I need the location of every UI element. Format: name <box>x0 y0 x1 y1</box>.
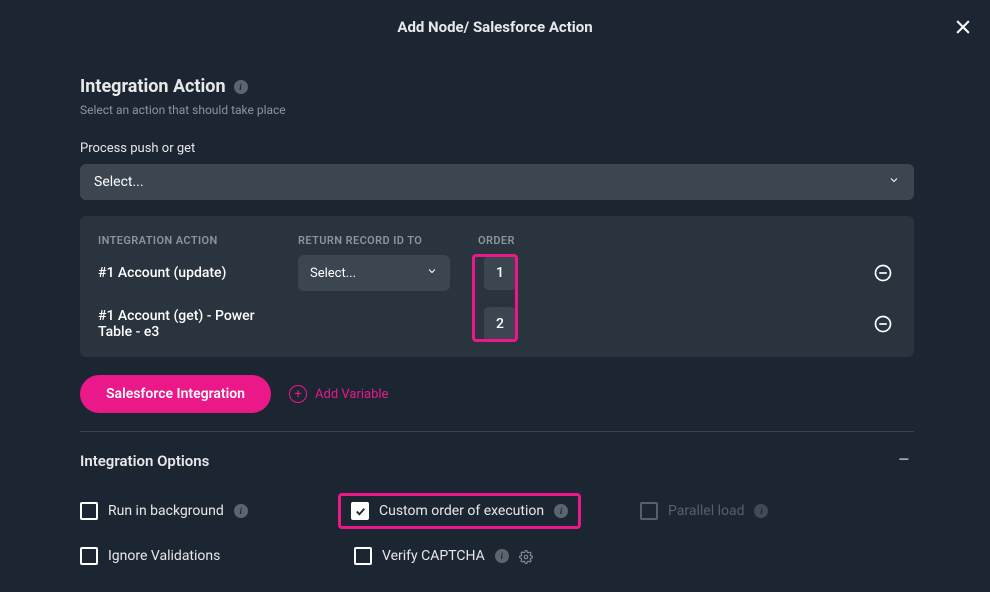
order-input[interactable]: 2 <box>484 307 516 341</box>
info-icon[interactable]: i <box>234 504 248 518</box>
return-select[interactable]: Select... <box>298 255 450 291</box>
row-name: #1 Account (get) - Power Table - e3 <box>98 308 298 340</box>
checkbox <box>640 502 658 520</box>
option-custom-order[interactable]: Custom order of execution i <box>338 493 581 529</box>
process-select-placeholder: Select... <box>94 174 144 190</box>
info-icon[interactable]: i <box>234 80 248 94</box>
table-row: #1 Account (get) - Power Table - e3 2 <box>98 299 896 349</box>
section-subtitle: Select an action that should take place <box>80 103 914 117</box>
checkbox[interactable] <box>80 502 98 520</box>
chevron-down-icon <box>888 174 900 190</box>
divider <box>80 431 914 432</box>
checkbox[interactable] <box>80 547 98 565</box>
table-row: #1 Account (update) Select... 1 <box>98 247 896 299</box>
gear-icon[interactable] <box>519 549 533 563</box>
section-title: Integration Action <box>80 76 226 97</box>
col-action: INTEGRATION ACTION <box>98 234 298 247</box>
options-title: Integration Options <box>80 452 209 470</box>
remove-row-icon[interactable] <box>872 313 894 335</box>
salesforce-integration-button[interactable]: Salesforce Integration <box>80 375 271 413</box>
col-order: ORDER <box>478 234 534 247</box>
option-parallel-load: Parallel load i <box>640 493 914 529</box>
collapse-icon[interactable]: − <box>893 448 914 473</box>
add-variable-button[interactable]: + Add Variable <box>289 385 388 403</box>
modal-title: Add Node/ Salesforce Action <box>397 18 592 36</box>
checkbox[interactable] <box>354 547 372 565</box>
info-icon[interactable]: i <box>495 549 509 563</box>
plus-icon: + <box>289 385 307 403</box>
chevron-down-icon <box>426 265 438 281</box>
order-input[interactable]: 1 <box>484 256 516 290</box>
info-icon: i <box>754 504 768 518</box>
checkbox[interactable] <box>351 502 369 520</box>
integration-table: INTEGRATION ACTION RETURN RECORD ID TO O… <box>80 216 914 357</box>
process-select[interactable]: Select... <box>80 164 914 200</box>
close-icon[interactable] <box>950 14 976 40</box>
col-return: RETURN RECORD ID TO <box>298 234 478 247</box>
option-run-background[interactable]: Run in background i <box>80 493 340 529</box>
option-ignore-validations[interactable]: Ignore Validations <box>80 547 340 565</box>
remove-row-icon[interactable] <box>872 262 894 284</box>
process-label: Process push or get <box>80 141 914 156</box>
info-icon[interactable]: i <box>554 504 568 518</box>
option-verify-captcha[interactable]: Verify CAPTCHA i <box>354 547 620 565</box>
row-name: #1 Account (update) <box>98 265 298 281</box>
